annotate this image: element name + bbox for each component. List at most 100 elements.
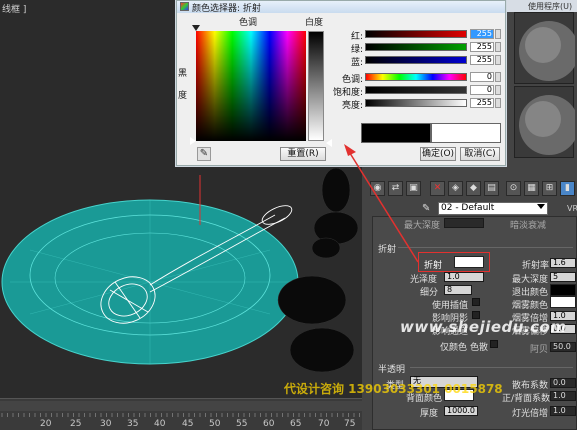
ior-field[interactable]: 1.6: [550, 258, 576, 268]
translucency-section-title[interactable]: 半透明: [378, 362, 405, 375]
use-interp-checkbox[interactable]: [472, 298, 480, 306]
timeline-tick-label: 35: [127, 419, 139, 429]
max-depth-field[interactable]: 5: [550, 272, 576, 282]
value-label: 亮度:: [341, 101, 363, 111]
timeline-track[interactable]: [0, 401, 362, 411]
show-end-icon[interactable]: ⊞: [542, 181, 557, 196]
reset-map-icon[interactable]: ✕: [430, 181, 445, 196]
hue-slider-label: 色调:: [341, 75, 363, 85]
max-depth-top-field[interactable]: [444, 218, 484, 228]
blue-spinner[interactable]: [495, 55, 501, 65]
green-slider-row: 绿: 255: [327, 42, 505, 55]
value-spinner[interactable]: [495, 98, 501, 108]
contact-overlay: 代设计咨询 13903033301 0015878: [284, 382, 503, 396]
section-divider: [398, 247, 573, 248]
put-library-icon[interactable]: ▤: [484, 181, 499, 196]
go-parent-icon[interactable]: ▮: [560, 181, 575, 196]
color-selector-dialog: 颜色选择器: 折射 色调 白度 黑度 ✎ 重置(R) 红: 255 绿: 255…: [176, 0, 506, 166]
glossiness-field[interactable]: 1.0: [444, 272, 484, 282]
material-slot-1[interactable]: [514, 12, 577, 84]
dispersion-checkbox[interactable]: [490, 340, 498, 348]
saturation-slider[interactable]: [365, 86, 467, 94]
red-slider-row: 红: 255: [327, 29, 505, 42]
timeline-tick-label: 45: [182, 419, 194, 429]
timeline-tick-label: 40: [154, 419, 166, 429]
timeline-tick-label: 65: [290, 419, 302, 429]
red-label: 红:: [350, 32, 363, 42]
old-color-preview: [361, 123, 431, 143]
eyedropper-icon[interactable]: ✎: [422, 203, 434, 215]
dialog-title: 颜色选择器: 折射: [192, 4, 261, 14]
material-name-field[interactable]: 02 - Default: [438, 202, 548, 215]
timeline[interactable]: 20 25 30 35 40 45 50 55 60 65 70 75: [0, 398, 362, 430]
cancel-button[interactable]: 取消(C): [460, 147, 500, 161]
material-id-icon[interactable]: ⊙: [506, 181, 521, 196]
abbe-field[interactable]: 50.0: [550, 342, 576, 352]
dispersion-label: 色散: [470, 343, 489, 353]
timeline-tick-label: 25: [70, 419, 82, 429]
hue-spinner[interactable]: [495, 72, 501, 82]
exit-color-label: 退出颜色: [512, 288, 549, 298]
fog-color-label: 烟雾颜色: [512, 301, 549, 311]
put-material-icon[interactable]: ⇄: [388, 181, 403, 196]
material-toolbar: ◉ ⇄ ▣ ✕ ◈ ◆ ▤ ⊙ ▦ ⊞ ▮: [368, 180, 577, 198]
saturation-spinner[interactable]: [495, 85, 501, 95]
value-slider-row: 亮度: 255: [327, 98, 505, 111]
refraction-section-title[interactable]: 折射: [378, 242, 396, 255]
saturation-value[interactable]: 0: [470, 85, 494, 95]
scatter-coeff-field[interactable]: 0.0: [550, 378, 576, 388]
blue-label: 蓝:: [350, 58, 363, 68]
green-label: 绿:: [350, 45, 363, 55]
dialog-title-bar[interactable]: 颜色选择器: 折射: [177, 1, 505, 14]
color-selector-icon: [180, 2, 189, 11]
whiteness-pointer[interactable]: [326, 139, 332, 147]
light-mult-field[interactable]: 1.0: [550, 406, 576, 416]
timeline-tick-label: 30: [100, 419, 112, 429]
hue-picker[interactable]: [196, 31, 306, 141]
value-value[interactable]: 255: [470, 98, 494, 108]
timeline-tick-label: 55: [236, 419, 248, 429]
blackness-label: 黑度: [178, 69, 188, 101]
fwd-bwd-field[interactable]: 1.0: [550, 391, 576, 401]
subdivs-field[interactable]: 8: [444, 285, 472, 295]
timeline-tick-label: 60: [263, 419, 275, 429]
thickness-field[interactable]: 1000.0: [444, 406, 478, 416]
green-spinner[interactable]: [495, 42, 501, 52]
fog-color-swatch[interactable]: [550, 296, 576, 308]
show-map-icon[interactable]: ▦: [524, 181, 539, 196]
eyedropper-icon[interactable]: ✎: [197, 147, 211, 161]
saturation-label: 饱和度:: [332, 88, 363, 98]
menu-use-program[interactable]: 使用程序(U): [528, 1, 572, 12]
glossiness-label: 光泽度: [410, 275, 438, 285]
get-material-icon[interactable]: ◉: [370, 181, 385, 196]
value-slider[interactable]: [365, 99, 467, 107]
copy-material-icon[interactable]: ◈: [448, 181, 463, 196]
assign-material-icon[interactable]: ▣: [406, 181, 421, 196]
whiteness-strip[interactable]: [308, 31, 324, 141]
refraction-highlight: [418, 252, 490, 272]
reset-button[interactable]: 重置(R): [280, 147, 326, 161]
blackness-pointer[interactable]: [190, 137, 196, 145]
red-value[interactable]: 255: [470, 29, 494, 39]
fwd-bwd-label: 正/背面系数: [502, 394, 551, 404]
affect-alpha-value[interactable]: 仅颜色: [440, 340, 467, 353]
thickness-label: 厚度: [420, 409, 439, 419]
green-slider[interactable]: [365, 43, 467, 51]
material-type-label[interactable]: VR: [567, 204, 577, 213]
ok-button[interactable]: 确定(O): [420, 147, 456, 161]
hue-slider-row: 色调: 0: [327, 72, 505, 85]
scatter-coeff-label: 散布系数: [512, 381, 549, 391]
red-slider[interactable]: [365, 30, 467, 38]
hue-value[interactable]: 0: [470, 72, 494, 82]
red-spinner[interactable]: [495, 29, 501, 39]
blue-slider[interactable]: [365, 56, 467, 64]
ior-label: 折射率: [522, 261, 550, 271]
hue-slider[interactable]: [365, 73, 467, 81]
unique-icon[interactable]: ◆: [466, 181, 481, 196]
blue-value[interactable]: 255: [470, 55, 494, 65]
exit-color-swatch[interactable]: [550, 284, 576, 296]
material-slot-2[interactable]: [514, 86, 577, 158]
chevron-down-icon[interactable]: [537, 204, 545, 209]
green-value[interactable]: 255: [470, 42, 494, 52]
saturation-slider-row: 饱和度: 0: [327, 85, 505, 98]
